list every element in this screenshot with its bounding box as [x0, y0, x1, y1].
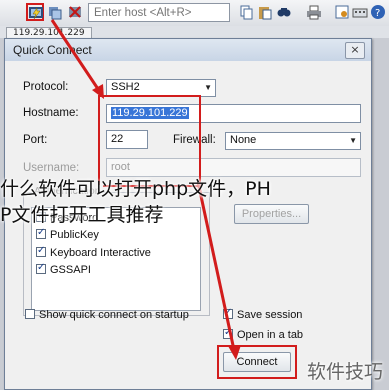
arrow-line-2: [196, 181, 236, 351]
guide-arrows: [50, 19, 241, 360]
arrow-head-2: [228, 345, 241, 360]
arrow-line-1: [50, 19, 102, 93]
arrow-head-1: [92, 84, 104, 99]
